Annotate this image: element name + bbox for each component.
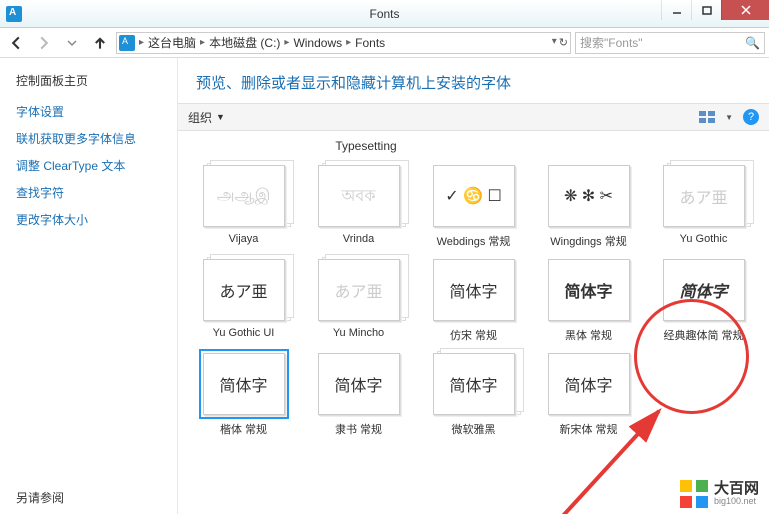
font-preview: 简体字 bbox=[203, 353, 285, 415]
font-preview: 简体字 bbox=[548, 259, 630, 321]
font-preview: 简体字 bbox=[548, 353, 630, 415]
search-input[interactable]: 搜索"Fonts" 🔍 bbox=[575, 32, 765, 54]
font-item[interactable]: ✓ ♋ ☐ Webdings 常规 bbox=[426, 165, 521, 249]
help-icon[interactable]: ? bbox=[743, 109, 759, 125]
font-preview: ✓ ♋ ☐ bbox=[433, 165, 515, 227]
font-label: Webdings 常规 bbox=[426, 233, 521, 249]
font-item[interactable]: অবক Vrinda bbox=[311, 165, 406, 249]
font-label: 微软雅黑 bbox=[426, 421, 521, 437]
font-label: Yu Mincho bbox=[311, 327, 406, 339]
font-item[interactable]: 简体字隶书 常规 bbox=[311, 353, 406, 437]
minimize-button[interactable] bbox=[661, 0, 691, 20]
maximize-button[interactable] bbox=[691, 0, 721, 20]
nav-back-button[interactable] bbox=[4, 31, 28, 55]
font-item[interactable]: அஆஇ Vijaya bbox=[196, 165, 291, 249]
breadcrumb-segment[interactable]: 本地磁盘 (C:) bbox=[205, 34, 284, 51]
watermark-url: big100.net bbox=[714, 497, 759, 507]
font-item[interactable]: ❋ ✻ ✂ Wingdings 常规 bbox=[541, 165, 636, 249]
font-preview: 简体字 bbox=[433, 259, 515, 321]
font-item[interactable]: 简体字经典趣体简 常规 bbox=[656, 259, 751, 343]
breadcrumb[interactable]: ▸ 这台电脑 ▸ 本地磁盘 (C:) ▸ Windows ▸ Fonts ▾ ↻ bbox=[116, 32, 571, 54]
font-item[interactable]: 简体字仿宋 常规 bbox=[426, 259, 521, 343]
view-options-button[interactable] bbox=[699, 109, 715, 125]
page-title: 预览、删除或者显示和隐藏计算机上安装的字体 bbox=[178, 58, 769, 103]
organize-button[interactable]: 组织 bbox=[188, 109, 212, 126]
app-icon bbox=[6, 6, 22, 22]
watermark: 大百网 big100.net bbox=[680, 480, 759, 508]
font-preview: அஆஇ bbox=[203, 165, 285, 227]
font-preview: あア亜 bbox=[663, 165, 745, 227]
nav-forward-button[interactable] bbox=[32, 31, 56, 55]
sidebar-footer: 另请参阅 bbox=[16, 489, 64, 506]
font-label: 楷体 常规 bbox=[196, 421, 291, 437]
nav-up-button[interactable] bbox=[88, 31, 112, 55]
chevron-down-icon[interactable]: ▼ bbox=[725, 113, 733, 122]
font-label: 经典趣体简 常规 bbox=[656, 327, 751, 343]
search-icon[interactable]: 🔍 bbox=[745, 36, 760, 50]
chevron-down-icon[interactable]: ▼ bbox=[216, 112, 225, 122]
close-button[interactable] bbox=[721, 0, 769, 20]
font-item[interactable]: あア亜 Yu Mincho bbox=[311, 259, 406, 343]
sidebar-link-font-settings[interactable]: 字体设置 bbox=[16, 103, 161, 120]
breadcrumb-segment[interactable]: Windows bbox=[289, 36, 346, 50]
font-label: Yu Gothic UI bbox=[196, 327, 291, 339]
sidebar-link-find-char[interactable]: 查找字符 bbox=[16, 184, 161, 201]
watermark-logo-icon bbox=[680, 480, 708, 508]
font-label: 新宋体 常规 bbox=[541, 421, 636, 437]
font-label: Typesetting bbox=[316, 139, 416, 153]
breadcrumb-segment[interactable]: 这台电脑 bbox=[144, 34, 200, 51]
location-icon bbox=[119, 35, 135, 51]
font-preview: ❋ ✻ ✂ bbox=[548, 165, 630, 227]
breadcrumb-segment[interactable]: Fonts bbox=[351, 36, 389, 50]
font-preview: 简体字 bbox=[433, 353, 515, 415]
font-item[interactable]: 简体字微软雅黑 bbox=[426, 353, 521, 437]
font-item[interactable]: 简体字黑体 常规 bbox=[541, 259, 636, 343]
font-preview: অবক bbox=[318, 165, 400, 227]
font-preview: 简体字 bbox=[318, 353, 400, 415]
sidebar-link-cleartype[interactable]: 调整 ClearType 文本 bbox=[16, 157, 161, 174]
window-title: Fonts bbox=[369, 7, 399, 21]
font-item[interactable]: 简体字新宋体 常规 bbox=[541, 353, 636, 437]
font-label: Yu Gothic bbox=[656, 233, 751, 245]
watermark-title: 大百网 bbox=[714, 481, 759, 498]
font-label: 隶书 常规 bbox=[311, 421, 406, 437]
chevron-down-icon[interactable]: ▾ bbox=[552, 36, 557, 49]
font-preview: 简体字 bbox=[663, 259, 745, 321]
font-label: 黑体 常规 bbox=[541, 327, 636, 343]
font-label: Vrinda bbox=[311, 233, 406, 245]
nav-dropdown-button[interactable] bbox=[60, 31, 84, 55]
font-label: Vijaya bbox=[196, 233, 291, 245]
refresh-icon[interactable]: ↻ bbox=[559, 36, 568, 49]
font-label: 仿宋 常规 bbox=[426, 327, 521, 343]
sidebar-title: 控制面板主页 bbox=[16, 72, 161, 89]
font-label: Wingdings 常规 bbox=[541, 233, 636, 249]
sidebar-link-online-fonts[interactable]: 联机获取更多字体信息 bbox=[16, 130, 161, 147]
font-preview: あア亜 bbox=[318, 259, 400, 321]
font-item[interactable]: あア亜 Yu Gothic UI bbox=[196, 259, 291, 343]
search-placeholder: 搜索"Fonts" bbox=[580, 34, 643, 51]
font-item[interactable]: 简体字楷体 常规 bbox=[196, 353, 291, 437]
sidebar-link-font-size[interactable]: 更改字体大小 bbox=[16, 211, 161, 228]
font-preview: あア亜 bbox=[203, 259, 285, 321]
font-item[interactable]: あア亜 Yu Gothic bbox=[656, 165, 751, 249]
